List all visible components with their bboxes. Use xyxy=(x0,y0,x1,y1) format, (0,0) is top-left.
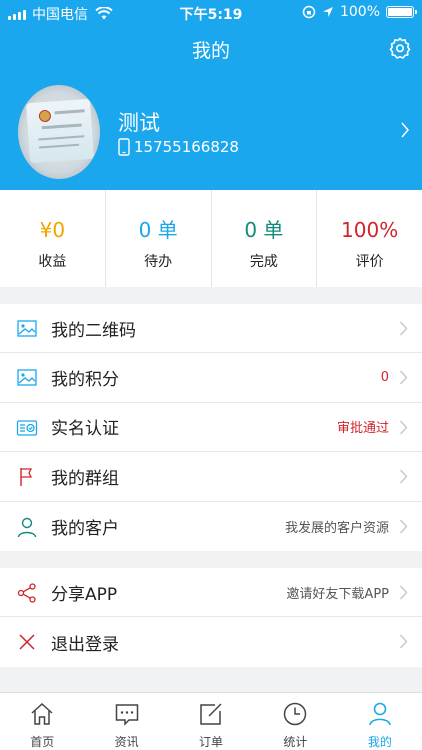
tab-label: 首页 xyxy=(30,735,55,749)
phone-number: 15755166828 xyxy=(134,138,239,156)
verification-status: 审批通过 xyxy=(336,421,389,437)
image-icon xyxy=(17,320,37,337)
rotation-lock-icon xyxy=(302,5,316,19)
tab-label: 资讯 xyxy=(114,735,139,749)
chevron-right-icon xyxy=(399,370,408,385)
stat-completed[interactable]: 0 单 完成 xyxy=(212,190,318,287)
stats-bar: ¥0 收益 0 单 待办 0 单 完成 100% 评价 xyxy=(0,190,422,287)
nav-bar: 我的 xyxy=(0,26,422,70)
tab-mine[interactable]: 我的 xyxy=(338,693,422,750)
gear-icon xyxy=(389,37,411,59)
clock-icon xyxy=(284,702,307,726)
tab-news[interactable]: 资讯 xyxy=(84,693,168,750)
menu-label: 退出登录 xyxy=(51,634,119,655)
message-icon xyxy=(115,704,138,726)
tab-label: 统计 xyxy=(283,735,308,749)
status-bar: 中国电信 下午5:19 100% xyxy=(0,0,422,26)
avatar[interactable] xyxy=(18,85,100,179)
flag-icon xyxy=(20,468,33,487)
tab-home[interactable]: 首页 xyxy=(0,693,84,750)
stat-income[interactable]: ¥0 收益 xyxy=(0,190,106,287)
stat-label: 待办 xyxy=(144,254,173,270)
menu-label: 我的客户 xyxy=(51,518,119,539)
menu-item-verification[interactable]: 实名认证 审批通过 xyxy=(0,403,422,453)
id-card-icon xyxy=(16,420,38,436)
menu-detail: 邀请好友下载APP xyxy=(286,586,389,602)
menu-item-groups[interactable]: 我的群组 xyxy=(0,452,422,502)
menu-label: 我的积分 xyxy=(51,370,119,391)
page-title: 我的 xyxy=(191,40,230,62)
chevron-right-icon xyxy=(399,634,408,649)
stat-label: 评价 xyxy=(355,254,384,270)
stat-value: 0 单 xyxy=(138,218,178,242)
tab-label: 订单 xyxy=(199,735,224,749)
person-icon xyxy=(17,517,37,537)
mobile-phone-icon xyxy=(118,138,130,156)
chevron-right-icon xyxy=(399,585,408,600)
menu-item-points[interactable]: 我的积分 0 xyxy=(0,353,422,403)
tab-orders[interactable]: 订单 xyxy=(169,693,253,750)
settings-button[interactable] xyxy=(388,36,412,60)
stat-value: 100% xyxy=(341,218,399,242)
close-icon xyxy=(19,634,35,650)
stat-label: 完成 xyxy=(249,254,278,270)
menu-label: 我的二维码 xyxy=(51,320,136,341)
chevron-right-icon xyxy=(399,321,408,336)
stat-pending[interactable]: 0 单 待办 xyxy=(106,190,212,287)
menu-item-share-app[interactable]: 分享APP 邀请好友下载APP xyxy=(0,568,422,618)
menu-detail: 我发展的客户资源 xyxy=(284,520,389,536)
phone-row: 15755166828 xyxy=(118,138,239,156)
tab-stats[interactable]: 统计 xyxy=(253,693,337,750)
menu-group-account: 我的二维码 我的积分 0 实名认证 审批通过 我的群组 我的客户 我发展的客户资… xyxy=(0,304,422,551)
share-icon xyxy=(17,583,36,603)
battery-icon xyxy=(386,6,417,18)
person-icon xyxy=(369,702,391,726)
chevron-right-icon xyxy=(399,519,408,534)
stat-rating[interactable]: 100% 评价 xyxy=(317,190,422,287)
menu-label: 实名认证 xyxy=(51,419,119,440)
image-icon xyxy=(17,369,37,387)
stat-value: 0 单 xyxy=(244,218,284,242)
points-count: 0 xyxy=(380,370,389,386)
profile-header[interactable]: 测试 15755166828 xyxy=(0,70,422,190)
menu-label: 我的群组 xyxy=(51,468,119,489)
stat-label: 收益 xyxy=(38,254,67,270)
stat-value: ¥0 xyxy=(39,218,66,242)
menu-group-app: 分享APP 邀请好友下载APP 退出登录 xyxy=(0,568,422,667)
profile-name: 测试 xyxy=(118,111,160,135)
chevron-right-icon xyxy=(399,469,408,484)
battery-percent: 100% xyxy=(339,4,380,20)
tab-label: 我的 xyxy=(367,735,392,749)
chevron-right-icon xyxy=(399,420,408,435)
menu-label: 分享APP xyxy=(51,584,118,605)
menu-item-logout[interactable]: 退出登录 xyxy=(0,617,422,666)
menu-item-customers[interactable]: 我的客户 我发展的客户资源 xyxy=(0,502,422,551)
home-icon xyxy=(31,702,53,725)
location-icon xyxy=(322,7,333,17)
menu-item-qr-code[interactable]: 我的二维码 xyxy=(0,304,422,354)
tab-bar: 首页 资讯 订单 统计 我的 xyxy=(0,692,422,750)
edit-icon xyxy=(200,703,222,725)
chevron-right-icon xyxy=(401,122,409,138)
